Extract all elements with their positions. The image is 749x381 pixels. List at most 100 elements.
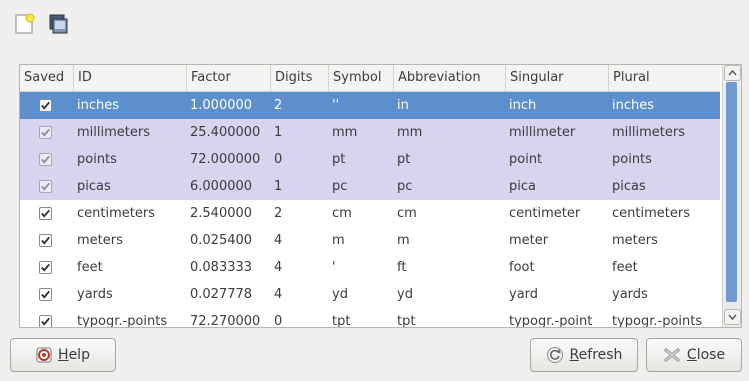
cell-plural: millimeters	[612, 125, 685, 140]
cell-digits: 4	[274, 260, 283, 275]
refresh-label: efresh	[578, 347, 623, 363]
saved-checkbox[interactable]	[39, 288, 52, 301]
cell-plural: yards	[612, 287, 648, 302]
table-row[interactable]: millimeters 25.400000 1 mm mm millimeter milli…	[20, 119, 720, 146]
cell-digits: 4	[274, 287, 283, 302]
cell-symbol: yd	[332, 287, 348, 302]
cell-id: yards	[77, 287, 113, 302]
new-unit-button[interactable]	[10, 10, 38, 38]
cell-singular: centimeter	[509, 206, 581, 221]
units-table: Saved ID Factor Digits Symbol Abbreviati…	[19, 64, 742, 328]
cell-singular: foot	[509, 260, 535, 275]
cell-abbr: pc	[397, 179, 413, 194]
table-row[interactable]: yards 0.027778 4 yd yd yard yards	[20, 281, 720, 308]
cell-factor: 0.027778	[190, 287, 253, 302]
scroll-thumb[interactable]	[726, 82, 737, 302]
saved-checkbox[interactable]	[39, 207, 52, 220]
cell-factor: 72.270000	[190, 314, 261, 328]
cell-plural: typogr.-points	[612, 314, 703, 328]
cell-abbr: ft	[397, 260, 407, 275]
cell-factor: 25.400000	[190, 125, 261, 140]
cell-singular: point	[509, 152, 543, 167]
saved-checkbox[interactable]	[39, 261, 52, 274]
close-icon	[664, 348, 680, 362]
new-document-icon	[15, 13, 35, 34]
saved-checkbox[interactable]	[39, 126, 52, 139]
table-row[interactable]: picas 6.000000 1 pc pc pica picas	[20, 173, 720, 200]
help-icon	[36, 347, 52, 363]
cell-symbol: tpt	[332, 314, 351, 328]
column-header-factor[interactable]: Factor	[186, 65, 270, 91]
saved-checkbox[interactable]	[39, 99, 52, 112]
table-row[interactable]: inches 1.000000 2 '' in inch inches	[20, 92, 720, 119]
table-row[interactable]: centimeters 2.540000 2 cm cm centimeter centim…	[20, 200, 720, 227]
scroll-down-button[interactable]	[724, 309, 741, 325]
column-header-id[interactable]: ID	[73, 65, 186, 91]
cell-singular: millimeter	[509, 125, 576, 140]
cell-plural: inches	[612, 98, 655, 113]
table-row[interactable]: meters 0.025400 4 m m meter meters	[20, 227, 720, 254]
cell-singular: pica	[509, 179, 536, 194]
refresh-mnemonic: R	[569, 347, 579, 363]
cell-id: typogr.-points	[77, 314, 168, 328]
cell-symbol: pt	[332, 152, 346, 167]
table-row[interactable]: feet 0.083333 4 ' ft foot feet	[20, 254, 720, 281]
cell-symbol: m	[332, 233, 345, 248]
cell-digits: 1	[274, 179, 283, 194]
cell-plural: picas	[612, 179, 646, 194]
cell-plural: centimeters	[612, 206, 690, 221]
cell-id: inches	[77, 98, 120, 113]
toolbar	[10, 10, 72, 44]
saved-checkbox[interactable]	[39, 315, 52, 328]
cell-id: picas	[77, 179, 111, 194]
cell-factor: 6.000000	[190, 179, 253, 194]
refresh-button[interactable]: Refresh	[530, 338, 638, 372]
scroll-up-button[interactable]	[724, 65, 741, 81]
cell-factor: 72.000000	[190, 152, 261, 167]
column-header-abbreviation[interactable]: Abbreviation	[393, 65, 505, 91]
help-label: elp	[68, 347, 90, 363]
cell-digits: 0	[274, 314, 283, 328]
cell-plural: meters	[612, 233, 658, 248]
saved-checkbox[interactable]	[39, 180, 52, 193]
cell-id: millimeters	[77, 125, 150, 140]
cell-abbr: in	[397, 98, 409, 113]
column-header-digits[interactable]: Digits	[270, 65, 328, 91]
cell-abbr: pt	[397, 152, 411, 167]
cell-singular: inch	[509, 98, 537, 113]
chevron-down-icon	[728, 314, 737, 321]
table-body: inches 1.000000 2 '' in inch inches millimeters…	[20, 92, 720, 328]
cell-digits: 4	[274, 233, 283, 248]
column-header-singular[interactable]: Singular	[505, 65, 608, 91]
cell-singular: meter	[509, 233, 549, 248]
saved-checkbox[interactable]	[39, 153, 52, 166]
duplicate-unit-button[interactable]	[44, 10, 72, 38]
close-label: lose	[696, 347, 726, 363]
help-mnemonic: H	[58, 347, 69, 363]
cell-digits: 0	[274, 152, 283, 167]
cell-digits: 1	[274, 125, 283, 140]
cell-plural: points	[612, 152, 652, 167]
table-header: Saved ID Factor Digits Symbol Abbreviati…	[20, 65, 720, 92]
close-button[interactable]: Close	[646, 338, 742, 372]
cell-abbr: tpt	[397, 314, 416, 328]
saved-checkbox[interactable]	[39, 234, 52, 247]
table-row[interactable]: typogr.-points 72.270000 0 tpt tpt typogr.-po…	[20, 308, 720, 328]
cell-factor: 0.083333	[190, 260, 253, 275]
vertical-scrollbar[interactable]	[722, 65, 741, 327]
column-header-symbol[interactable]: Symbol	[328, 65, 395, 91]
cell-id: points	[77, 152, 117, 167]
cell-symbol: pc	[332, 179, 348, 194]
column-header-saved[interactable]: Saved	[20, 65, 72, 91]
table-row[interactable]: points 72.000000 0 pt pt point points	[20, 146, 720, 173]
cell-abbr: yd	[397, 287, 413, 302]
cell-id: centimeters	[77, 206, 155, 221]
cell-id: feet	[77, 260, 103, 275]
column-header-plural[interactable]: Plural	[608, 65, 725, 91]
refresh-icon	[546, 347, 563, 363]
cell-factor: 1.000000	[190, 98, 253, 113]
cell-abbr: cm	[397, 206, 417, 221]
cell-digits: 2	[274, 206, 283, 221]
cell-plural: feet	[612, 260, 638, 275]
help-button[interactable]: Help	[10, 338, 116, 372]
